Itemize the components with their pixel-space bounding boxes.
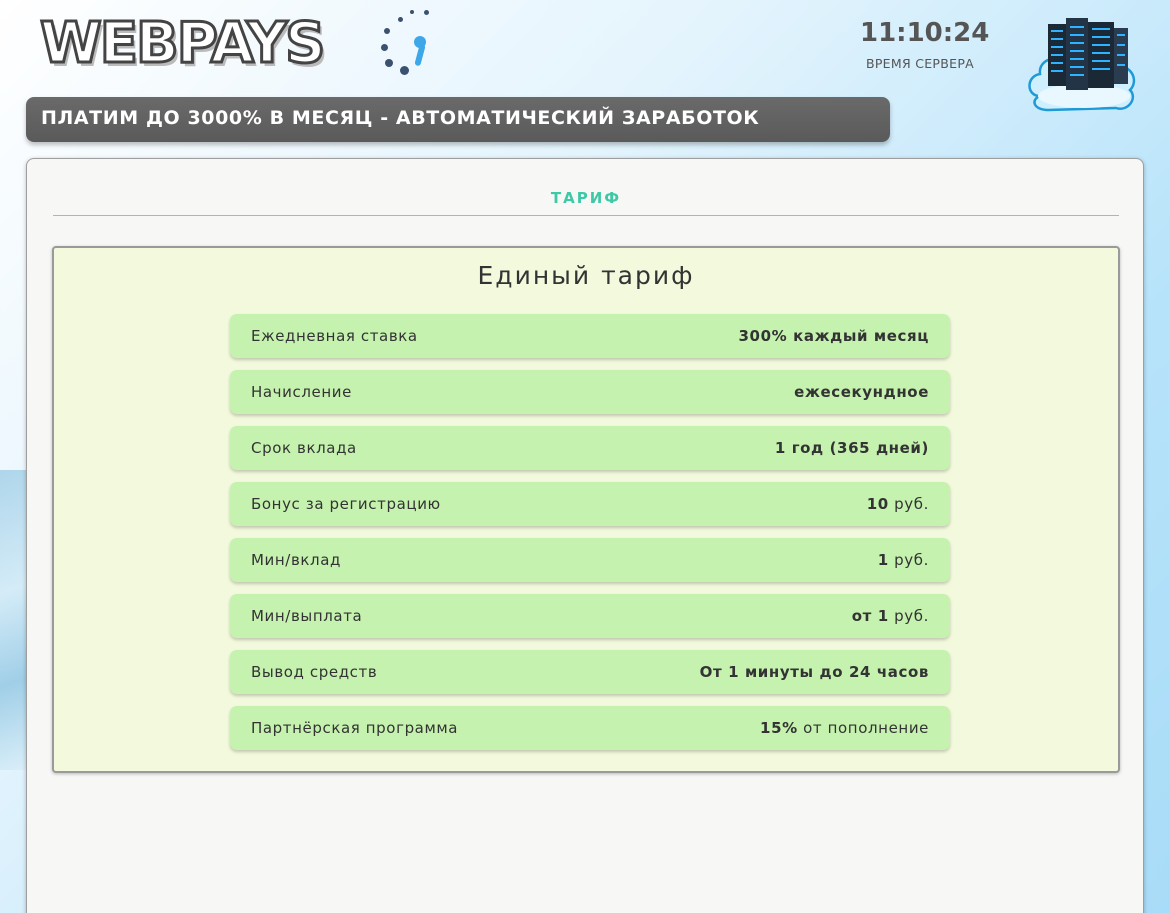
server-time-label: ВРЕМЯ СЕРВЕРА [865,56,975,71]
tariff-row-label: Бонус за регистрацию [251,495,441,513]
tariff-row: Мин/выплата от 1 руб. [230,594,950,638]
tariff-rows: Ежедневная ставка 300% каждый месяц Начи… [230,314,950,762]
tariff-row: Мин/вклад 1 руб. [230,538,950,582]
tariff-row: Срок вклада 1 год (365 дней) [230,426,950,470]
tariff-row: Вывод средств От 1 минуты до 24 часов [230,650,950,694]
server-cloud-icon [1028,18,1136,112]
main-panel: ТАРИФ Единый тариф Ежедневная ставка 300… [26,158,1144,913]
tariff-row-label: Мин/вклад [251,551,342,569]
tariff-row-value: от 1 руб. [851,607,929,625]
server-clock: 11:10:24 ВРЕМЯ СЕРВЕРА [860,18,990,71]
tariff-row-label: Срок вклада [251,439,357,457]
tariff-row-label: Мин/выплата [251,607,363,625]
tariff-row-value: 1 год (365 дней) [774,439,929,457]
section-divider [53,215,1119,216]
tariff-row: Бонус за регистрацию 10 руб. [230,482,950,526]
tariff-row: Ежедневная ставка 300% каждый месяц [230,314,950,358]
tariff-row-value: 15% от пополнение [760,719,929,737]
tariff-row-value: 10 руб. [866,495,929,513]
tariff-row-label: Вывод средств [251,663,378,681]
tariff-row-label: Партнёрская программа [251,719,459,737]
tariff-row-value: 300% каждый месяц [738,327,929,345]
site-logo[interactable]: WEBPAYS [38,10,326,77]
tariff-row: Начисление ежесекундное [230,370,950,414]
section-title: ТАРИФ [550,189,622,207]
tariff-title: Единый тариф [477,261,695,290]
loading-spinner-icon [376,6,436,76]
tariff-row-value: От 1 минуты до 24 часов [699,663,929,681]
server-time: 11:10:24 [860,18,990,48]
tariff-row-value: 1 руб. [877,551,929,569]
tariff-row-label: Начисление [251,383,352,401]
slogan-banner: ПЛАТИМ ДО 3000% В МЕСЯЦ - АВТОМАТИЧЕСКИЙ… [26,97,890,142]
tariff-row-label: Ежедневная ставка [251,327,418,345]
tariff-row-value: ежесекундное [794,383,929,401]
tariff-row: Партнёрская программа 15% от пополнение [230,706,950,750]
tariff-card: Единый тариф Ежедневная ставка 300% кажд… [52,246,1120,773]
